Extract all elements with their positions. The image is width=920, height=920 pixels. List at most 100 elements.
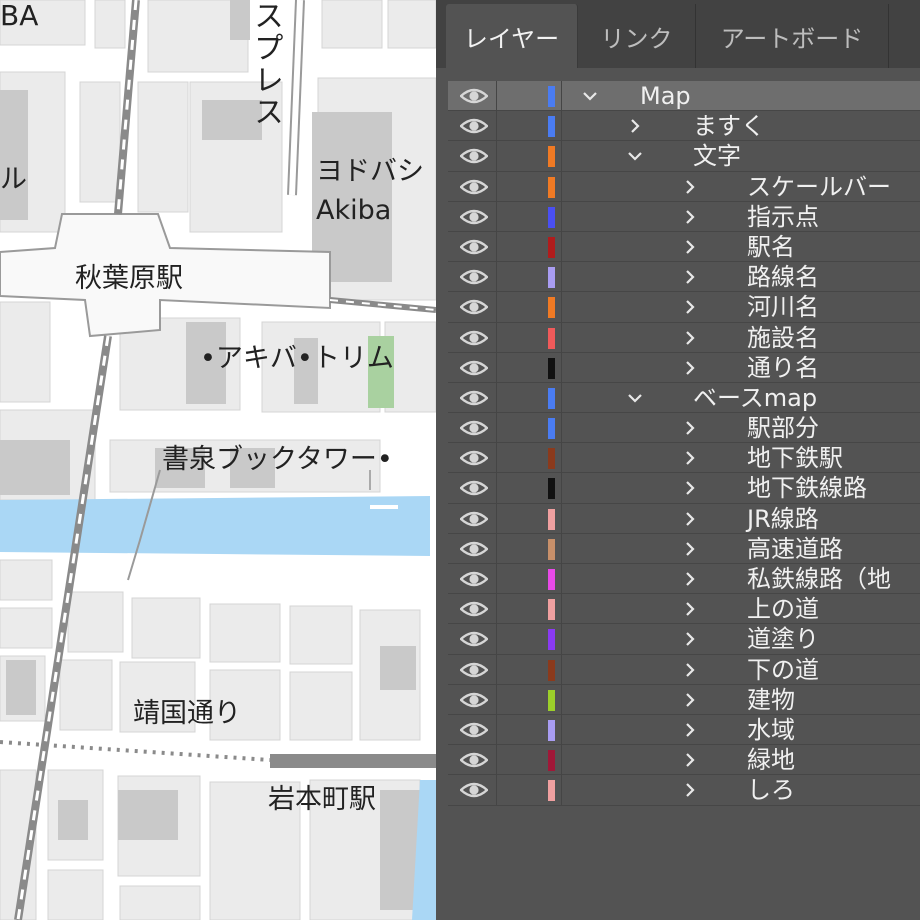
layer-name[interactable]: 通り名	[747, 353, 819, 383]
layer-row[interactable]: 駅部分	[448, 413, 920, 444]
chevron-right-icon[interactable]	[678, 655, 702, 685]
chevron-right-icon[interactable]	[678, 685, 702, 715]
layer-name[interactable]: 駅部分	[747, 413, 819, 443]
layer-row[interactable]: 文字	[448, 141, 920, 172]
chevron-right-icon[interactable]	[678, 473, 702, 503]
chevron-right-icon[interactable]	[678, 504, 702, 534]
lock-toggle-column[interactable]	[496, 503, 497, 534]
layer-row[interactable]: 水域	[448, 714, 920, 746]
chevron-right-icon[interactable]	[678, 745, 702, 775]
visibility-eye-icon[interactable]	[458, 383, 490, 413]
lock-toggle-column[interactable]	[496, 81, 497, 111]
layer-row[interactable]: 建物	[448, 684, 920, 715]
layer-name[interactable]: 私鉄線路（地	[747, 564, 891, 594]
layer-row[interactable]: しろ	[448, 775, 920, 806]
layer-name[interactable]: ベースmap	[693, 383, 817, 413]
visibility-eye-icon[interactable]	[458, 323, 490, 353]
lock-toggle-column[interactable]	[496, 352, 497, 383]
lock-toggle-column[interactable]	[496, 443, 497, 474]
lock-toggle-column[interactable]	[496, 714, 497, 745]
layer-name[interactable]: 緑地	[747, 745, 795, 775]
tab-artboards[interactable]: アートボード	[696, 4, 889, 68]
chevron-right-icon[interactable]	[678, 624, 702, 654]
chevron-right-icon[interactable]	[678, 323, 702, 353]
layer-name[interactable]: 文字	[693, 141, 741, 171]
chevron-right-icon[interactable]	[678, 292, 702, 322]
visibility-eye-icon[interactable]	[458, 473, 490, 503]
layer-row[interactable]: 緑地	[448, 745, 920, 776]
chevron-down-icon[interactable]	[578, 81, 602, 111]
lock-toggle-column[interactable]	[496, 171, 497, 202]
layer-name[interactable]: 地下鉄線路	[747, 473, 867, 503]
layer-row[interactable]: Map	[448, 81, 920, 112]
layer-name[interactable]: 地下鉄駅	[747, 443, 843, 473]
layer-name[interactable]: JR線路	[747, 504, 819, 534]
lock-toggle-column[interactable]	[496, 413, 497, 444]
chevron-down-icon[interactable]	[623, 141, 647, 171]
layer-name[interactable]: スケールバー	[747, 172, 891, 202]
lock-toggle-column[interactable]	[496, 111, 497, 142]
visibility-eye-icon[interactable]	[458, 655, 490, 685]
layer-name[interactable]: 指示点	[747, 202, 819, 232]
visibility-eye-icon[interactable]	[458, 745, 490, 775]
chevron-right-icon[interactable]	[678, 262, 702, 292]
visibility-eye-icon[interactable]	[458, 353, 490, 383]
layer-name[interactable]: 河川名	[747, 292, 819, 322]
lock-toggle-column[interactable]	[496, 473, 497, 504]
layer-name[interactable]: 建物	[747, 685, 795, 715]
chevron-right-icon[interactable]	[678, 172, 702, 202]
chevron-right-icon[interactable]	[678, 715, 702, 745]
visibility-eye-icon[interactable]	[458, 534, 490, 564]
chevron-right-icon[interactable]	[678, 413, 702, 443]
chevron-right-icon[interactable]	[678, 564, 702, 594]
lock-toggle-column[interactable]	[496, 775, 497, 806]
chevron-right-icon[interactable]	[678, 443, 702, 473]
chevron-right-icon[interactable]	[623, 111, 647, 141]
tab-links[interactable]: リンク	[578, 4, 696, 68]
lock-toggle-column[interactable]	[496, 624, 497, 655]
layer-row[interactable]: 路線名	[448, 262, 920, 293]
tab-layers[interactable]: レイヤー	[446, 4, 578, 68]
layer-name[interactable]: Map	[640, 81, 691, 111]
lock-toggle-column[interactable]	[496, 654, 497, 685]
chevron-right-icon[interactable]	[678, 232, 702, 262]
layer-row[interactable]: 下の道	[448, 654, 920, 685]
visibility-eye-icon[interactable]	[458, 141, 490, 171]
lock-toggle-column[interactable]	[496, 745, 497, 776]
visibility-eye-icon[interactable]	[458, 202, 490, 232]
layer-name[interactable]: 施設名	[747, 323, 819, 353]
map-canvas[interactable]: BA ル スプレス ヨドバシ Akiba 秋葉原駅 •アキバ•トリム 書泉ブック…	[0, 0, 436, 920]
chevron-down-icon[interactable]	[623, 383, 647, 413]
visibility-eye-icon[interactable]	[458, 111, 490, 141]
visibility-eye-icon[interactable]	[458, 172, 490, 202]
visibility-eye-icon[interactable]	[458, 413, 490, 443]
visibility-eye-icon[interactable]	[458, 504, 490, 534]
visibility-eye-icon[interactable]	[458, 594, 490, 624]
lock-toggle-column[interactable]	[496, 684, 497, 715]
layer-row[interactable]: スケールバー	[448, 171, 920, 202]
layer-name[interactable]: 駅名	[747, 232, 795, 262]
layer-name[interactable]: しろ	[747, 775, 795, 805]
layer-name[interactable]: 高速道路	[747, 534, 843, 564]
layer-name[interactable]: 水域	[747, 715, 795, 745]
layer-row[interactable]: 地下鉄線路	[448, 473, 920, 504]
lock-toggle-column[interactable]	[496, 382, 497, 413]
layer-row[interactable]: 通り名	[448, 352, 920, 383]
visibility-eye-icon[interactable]	[458, 81, 490, 111]
layer-row[interactable]: JR線路	[448, 503, 920, 534]
visibility-eye-icon[interactable]	[458, 232, 490, 262]
layer-name[interactable]: 下の道	[747, 655, 819, 685]
visibility-eye-icon[interactable]	[458, 624, 490, 654]
visibility-eye-icon[interactable]	[458, 443, 490, 473]
layer-row[interactable]: ますく	[448, 111, 920, 142]
visibility-eye-icon[interactable]	[458, 262, 490, 292]
lock-toggle-column[interactable]	[496, 564, 497, 594]
layer-row[interactable]: 私鉄線路（地	[448, 564, 920, 595]
layer-row[interactable]: 高速道路	[448, 533, 920, 564]
layer-row[interactable]: 道塗り	[448, 624, 920, 655]
layer-row[interactable]: ベースmap	[448, 382, 920, 414]
visibility-eye-icon[interactable]	[458, 775, 490, 805]
chevron-right-icon[interactable]	[678, 353, 702, 383]
layer-name[interactable]: 道塗り	[747, 624, 819, 654]
layer-name[interactable]: 上の道	[747, 594, 819, 624]
